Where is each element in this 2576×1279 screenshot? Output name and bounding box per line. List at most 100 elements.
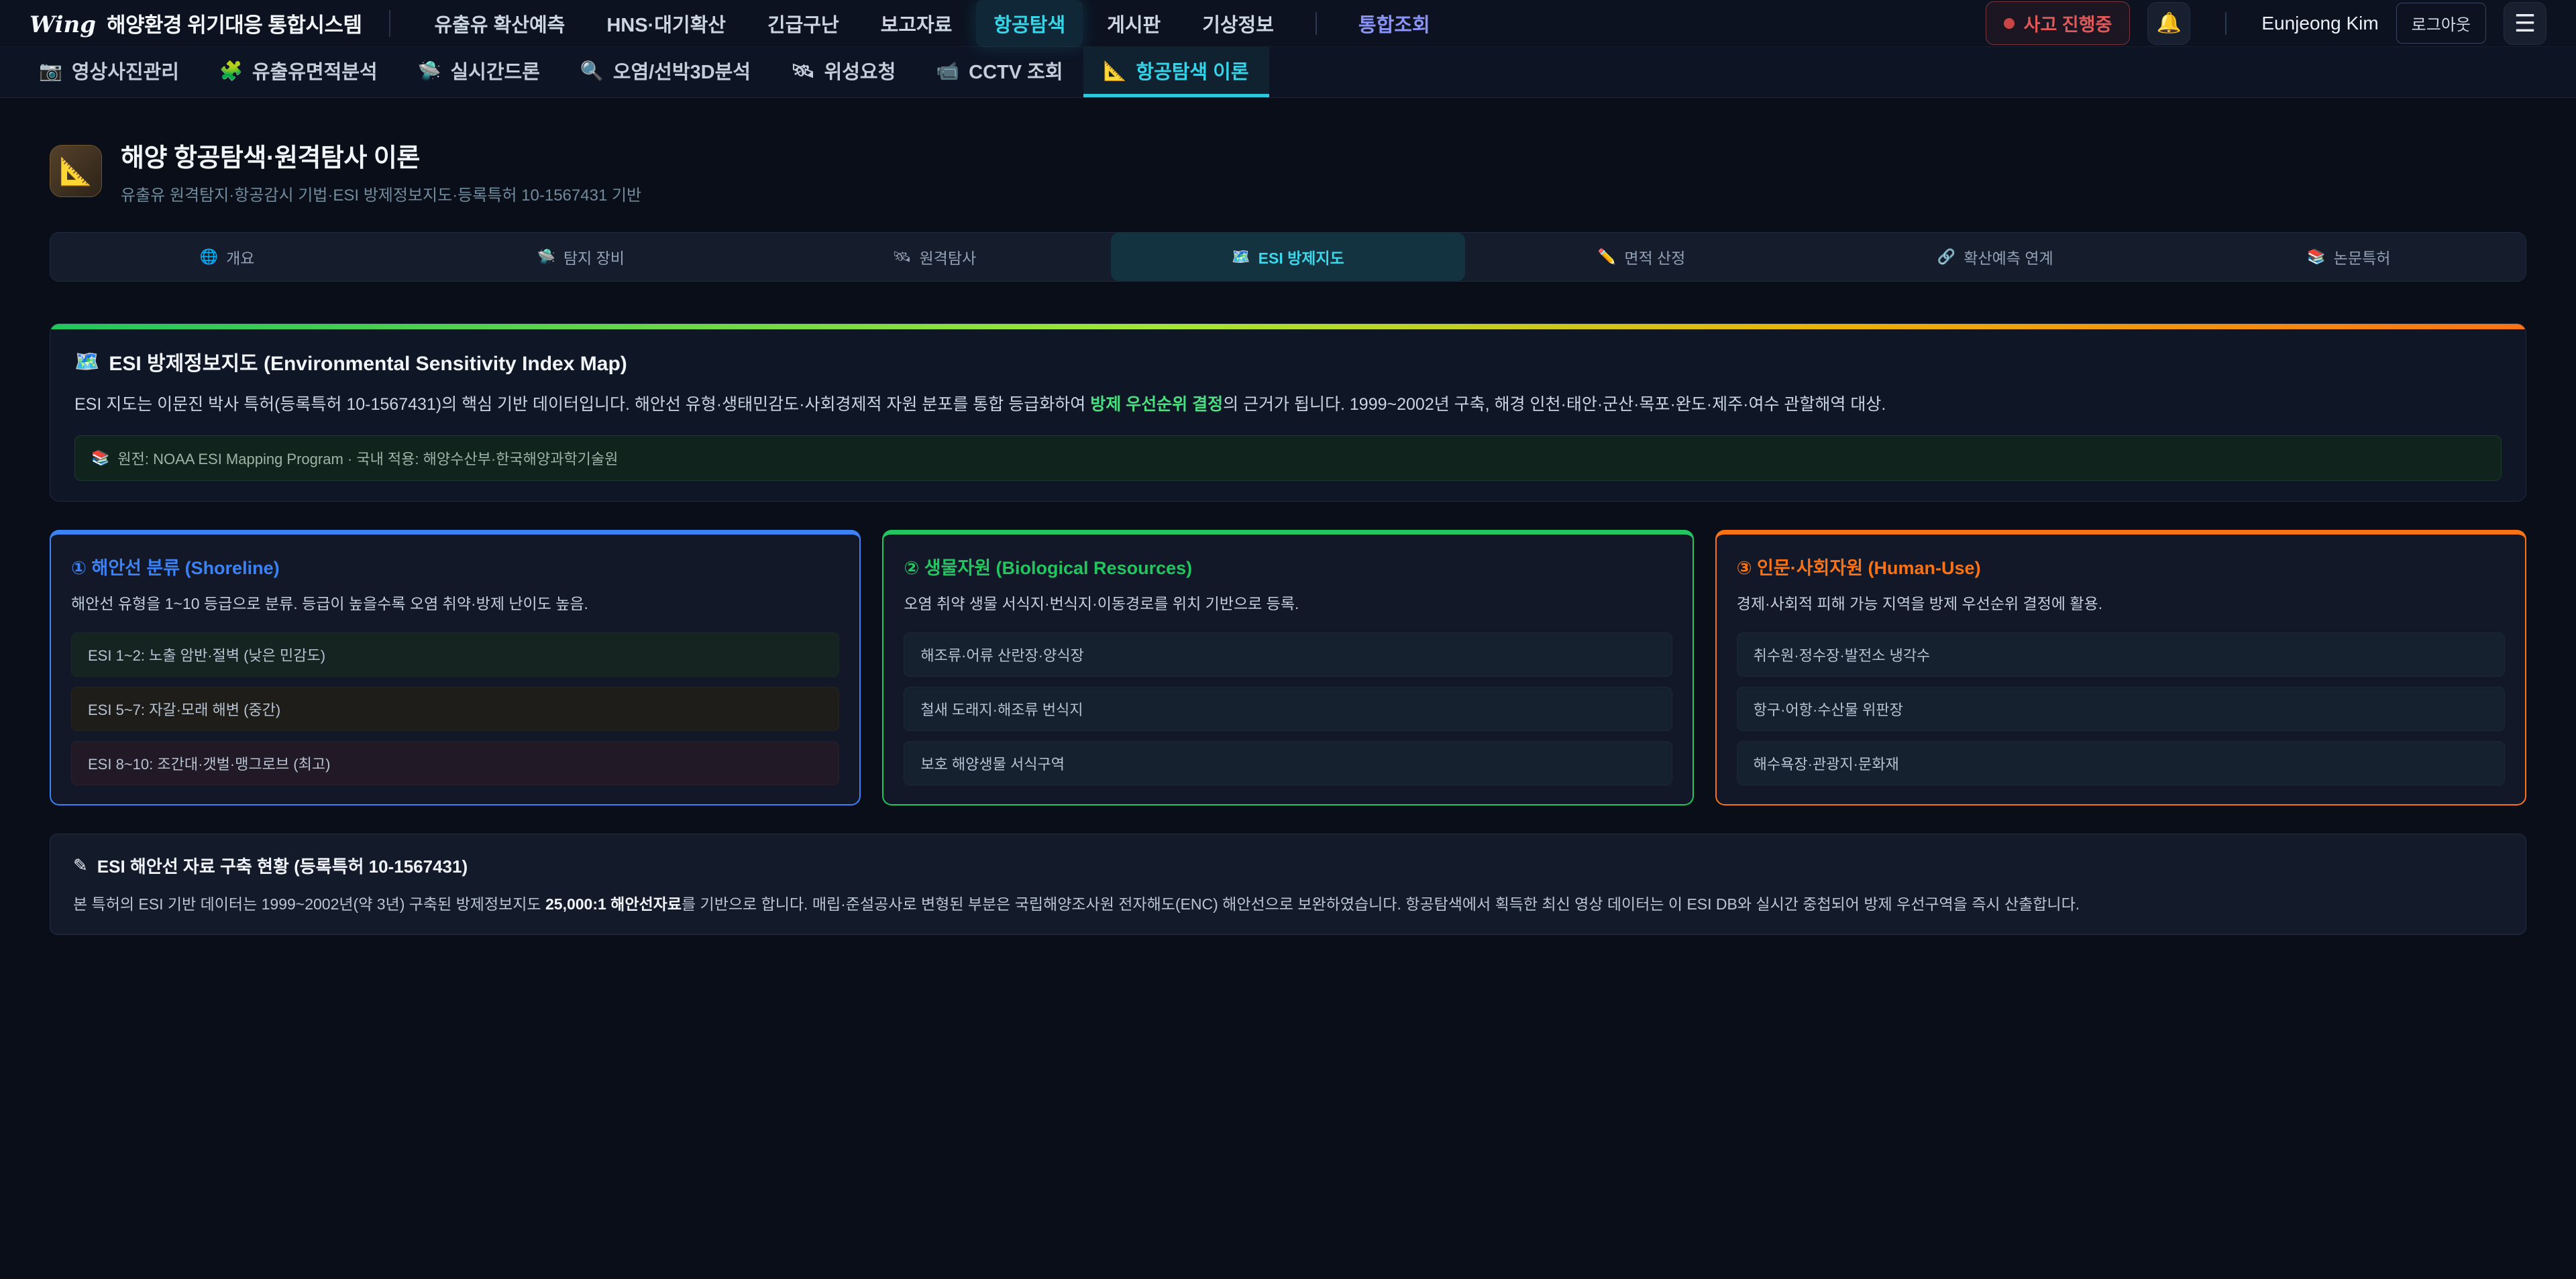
- esi-category-cards: ① 해안선 분류 (Shoreline) 해안선 유형을 1~10 등급으로 분…: [50, 530, 2526, 805]
- pencil-icon: ✏️: [1598, 248, 1616, 266]
- tab-label: ESI 방제지도: [1258, 245, 1344, 268]
- user-name: Eunjeong Kim: [2261, 13, 2378, 34]
- tab-esi-map[interactable]: 🗺️ ESI 방제지도: [1111, 233, 1464, 281]
- subnav-item-aerial-search-theory[interactable]: 📐 항공탐색 이론: [1083, 47, 1269, 97]
- card-description: 해안선 유형을 1~10 등급으로 분류. 등급이 높을수록 오염 취약·방제 …: [71, 593, 839, 615]
- list-item: 해조류·어류 산란장·양식장: [904, 632, 1672, 677]
- tab-diffusion-forecast-link[interactable]: 🔗 확산예측 연계: [1819, 233, 2172, 281]
- subnav-item-satellite-request[interactable]: 🛰 위성요청: [771, 47, 916, 97]
- tab-remote-sensing[interactable]: 🛰 원격탐사: [757, 233, 1111, 281]
- satellite-icon: 🛰: [791, 60, 815, 82]
- magnifier-icon: 🔍: [580, 60, 604, 82]
- list-item: 해수욕장·관광지·문화재: [1737, 741, 2505, 785]
- page-subtitle: 유출유 원격탐지·항공감시 기법·ESI 방제정보지도·등록특허 10-1567…: [121, 182, 641, 205]
- sub-navbar: 📷 영상사진관리 🧩 유출유면적분석 🛸 실시간드론 🔍 오염/선박3D분석 🛰…: [0, 47, 2576, 98]
- brand-wing-mark: Wing: [30, 11, 96, 38]
- subnav-label: 영상사진관리: [72, 56, 179, 85]
- ufo-icon: 🛸: [537, 248, 555, 266]
- page-title: 해양 항공탐색·원격탐사 이론: [121, 137, 641, 174]
- tab-papers-patents[interactable]: 📚 논문특허: [2172, 233, 2526, 281]
- esi-body-text: 의 근거가 됩니다. 1999~2002년 구축, 해경 인천·태안·군산·목포…: [1223, 395, 1886, 414]
- bell-icon: 🔔: [2157, 11, 2182, 35]
- list-item: 항구·어항·수산물 위판장: [1737, 687, 2505, 731]
- build-body-text: 본 특허의 ESI 기반 데이터는 1999~2002년(약 3년) 구축된 방…: [73, 895, 545, 913]
- list-item: 취수원·정수장·발전소 냉각수: [1737, 632, 2505, 677]
- card-title: ① 해안선 분류 (Shoreline): [71, 553, 839, 579]
- list-item: ESI 8~10: 조간대·갯벌·맹그로브 (최고): [71, 741, 839, 785]
- subnav-item-cctv-view[interactable]: 📹 CCTV 조회: [916, 47, 1083, 97]
- page-content: 📐 해양 항공탐색·원격탐사 이론 유출유 원격탐지·항공감시 기법·ESI 방…: [0, 98, 2576, 989]
- card-shoreline: ① 해안선 분류 (Shoreline) 해안선 유형을 1~10 등급으로 분…: [50, 530, 861, 805]
- nav-item-aerial-search[interactable]: 항공탐색: [976, 0, 1083, 47]
- puzzle-icon: 🧩: [219, 60, 243, 82]
- tab-label: 확산예측 연계: [1964, 245, 2053, 268]
- subnav-item-photo-management[interactable]: 📷 영상사진관리: [19, 47, 199, 97]
- triangle-ruler-icon: 📐: [59, 156, 93, 187]
- subnav-label: 실시간드론: [450, 56, 539, 85]
- subnav-label: CCTV 조회: [969, 56, 1063, 85]
- nav-item-integrated-search[interactable]: 통합조회: [1341, 0, 1448, 47]
- card-title: ③ 인문·사회자원 (Human-Use): [1737, 553, 2505, 579]
- divider: [2225, 12, 2226, 35]
- section-tabbar: 🌐 개요 🛸 탐지 장비 🛰 원격탐사 🗺️ ESI 방제지도 ✏️ 면적 산정…: [50, 232, 2526, 282]
- tab-area-calculation[interactable]: ✏️ 면적 산정: [1465, 233, 1819, 281]
- subnav-item-oil-area-analysis[interactable]: 🧩 유출유면적분석: [199, 47, 398, 97]
- card-title: ② 생물자원 (Biological Resources): [904, 553, 1672, 579]
- card-human-use: ③ 인문·사회자원 (Human-Use) 경제·사회적 피해 가능 지역을 방…: [1715, 530, 2526, 805]
- subnav-label: 항공탐색 이론: [1136, 56, 1248, 85]
- books-icon: 📚: [2307, 248, 2325, 266]
- video-camera-icon: 📹: [936, 60, 959, 82]
- subnav-item-pollution-ship-3d[interactable]: 🔍 오염/선박3D분석: [560, 47, 771, 97]
- pencil-icon: ✎: [73, 855, 88, 876]
- nav-item-emergency-rescue[interactable]: 긴급구난: [750, 0, 857, 47]
- nav-item-weather-info[interactable]: 기상정보: [1185, 0, 1291, 47]
- tab-detection-equipment[interactable]: 🛸 탐지 장비: [404, 233, 757, 281]
- incident-status-badge[interactable]: 사고 진행중: [1986, 1, 2131, 45]
- build-section-title: ✎ ESI 해안선 자료 구축 현황 (등록특허 10-1567431): [73, 853, 2503, 878]
- build-body-bold: 25,000:1 해안선자료: [545, 895, 682, 913]
- main-menu: 유출유 확산예측 HNS·대기확산 긴급구난 보고자료 항공탐색 게시판 기상정…: [417, 0, 1448, 47]
- divider: [389, 10, 390, 37]
- hamburger-menu-button[interactable]: ☰: [2504, 2, 2546, 45]
- list-item: 철새 도래지·해조류 번식지: [904, 687, 1672, 731]
- subnav-label: 오염/선박3D분석: [613, 56, 751, 85]
- page-header: 📐 해양 항공탐색·원격탐사 이론 유출유 원격탐지·항공감시 기법·ESI 방…: [50, 137, 2526, 205]
- nav-item-hns-air-diffusion[interactable]: HNS·대기확산: [589, 0, 743, 47]
- subnav-label: 유출유면적분석: [252, 56, 378, 85]
- notifications-button[interactable]: 🔔: [2147, 2, 2190, 45]
- esi-section-title-text: ESI 방제정보지도 (Environmental Sensitivity In…: [109, 347, 627, 376]
- subnav-item-realtime-drone[interactable]: 🛸 실시간드론: [398, 47, 560, 97]
- nav-item-board[interactable]: 게시판: [1089, 0, 1178, 47]
- nav-item-oil-spill-forecast[interactable]: 유출유 확산예측: [417, 0, 583, 47]
- card-description: 경제·사회적 피해 가능 지역을 방제 우선순위 결정에 활용.: [1737, 593, 2505, 615]
- satellite-icon: 🛰: [893, 248, 912, 266]
- camera-icon: 📷: [39, 60, 62, 82]
- esi-data-status-section: ✎ ESI 해안선 자료 구축 현황 (등록특허 10-1567431) 본 특…: [50, 834, 2526, 936]
- tab-label: 논문특허: [2334, 245, 2391, 268]
- logout-button[interactable]: 로그아웃: [2396, 3, 2486, 44]
- esi-overview-section: 🗺️ ESI 방제정보지도 (Environmental Sensitivity…: [50, 323, 2526, 502]
- nav-item-reports[interactable]: 보고자료: [863, 0, 970, 47]
- tab-label: 개요: [226, 245, 254, 268]
- link-icon: 🔗: [1937, 248, 1955, 266]
- tab-label: 탐지 장비: [564, 245, 625, 268]
- incident-status-label: 사고 진행중: [2024, 10, 2112, 36]
- brand-logo[interactable]: Wing 해양환경 위기대응 통합시스템: [30, 8, 362, 38]
- triangle-ruler-icon: 📐: [1104, 60, 1127, 82]
- list-item: 보호 해양생물 서식구역: [904, 741, 1672, 785]
- esi-body-text: ESI 지도는 이문진 박사 특허(등록특허 10-1567431)의 핵심 기…: [74, 395, 1090, 414]
- map-icon: 🗺️: [74, 350, 99, 374]
- divider: [1316, 12, 1317, 35]
- globe-icon: 🌐: [200, 248, 218, 266]
- map-icon: 🗺️: [1232, 248, 1250, 266]
- esi-source-note: 📚 원전: NOAA ESI Mapping Program · 국내 적용: …: [74, 435, 2502, 481]
- tab-overview[interactable]: 🌐 개요: [50, 233, 404, 281]
- top-navbar: Wing 해양환경 위기대응 통합시스템 유출유 확산예측 HNS·대기확산 긴…: [0, 0, 2576, 47]
- build-section-title-text: ESI 해안선 자료 구축 현황 (등록특허 10-1567431): [97, 853, 468, 878]
- build-section-body: 본 특허의 ESI 기반 데이터는 1999~2002년(약 3년) 구축된 방…: [73, 893, 2503, 916]
- esi-section-title: 🗺️ ESI 방제정보지도 (Environmental Sensitivity…: [74, 347, 2502, 376]
- esi-body-highlight: 방제 우선순위 결정: [1090, 395, 1223, 414]
- subnav-label: 위성요청: [824, 56, 896, 85]
- tab-label: 원격탐사: [920, 245, 977, 268]
- tab-label: 면적 산정: [1624, 245, 1685, 268]
